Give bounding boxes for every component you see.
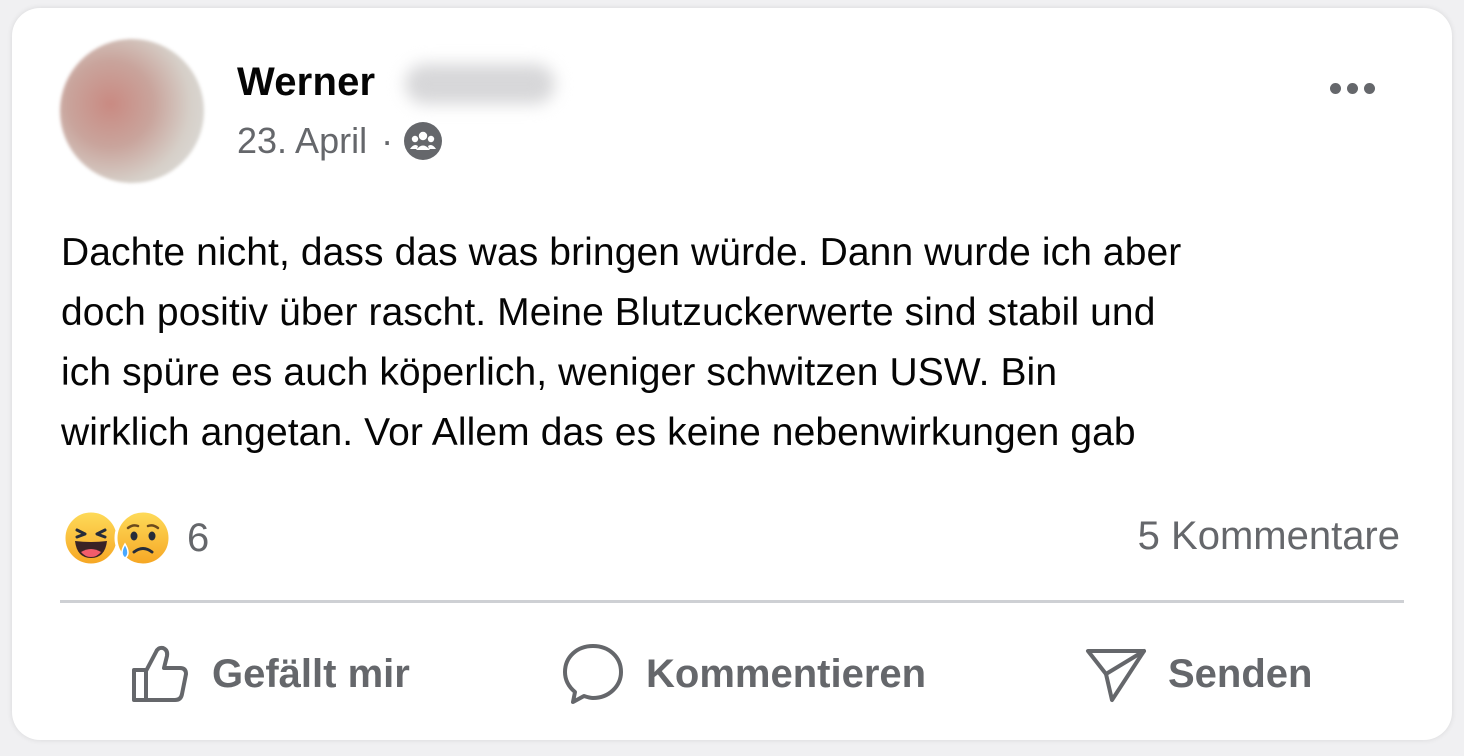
like-button[interactable]: Gefällt mir [130, 628, 410, 720]
blurred-surname [405, 64, 555, 104]
like-label: Gefällt mir [212, 651, 410, 696]
comment-bubble-icon [563, 644, 623, 704]
comments-count-link[interactable]: 5 Kommentare [1138, 514, 1400, 559]
divider [60, 600, 1404, 603]
haha-reaction-icon [62, 509, 120, 567]
meta-separator: · [381, 120, 394, 161]
more-horizontal-icon [1329, 82, 1341, 94]
sad-reaction-icon [114, 509, 172, 567]
action-bar: Gefällt mir Kommentieren Senden [12, 628, 1452, 720]
author-name[interactable]: Werner [237, 60, 375, 105]
comment-label: Kommentieren [646, 651, 927, 696]
reaction-count: 6 [187, 515, 210, 560]
send-button[interactable]: Senden [1084, 628, 1312, 720]
thumbs-up-icon [132, 645, 188, 702]
group-icon[interactable] [403, 121, 443, 161]
post-text: Dachte nicht, dass das was bringen würde… [61, 231, 1182, 454]
send-icon [1086, 649, 1146, 702]
author-avatar[interactable] [60, 39, 204, 183]
post-meta: 23. April · [237, 120, 443, 162]
more-options-button[interactable] [1317, 68, 1387, 108]
post-date[interactable]: 23. April [237, 120, 367, 162]
post-card: Werner 23. April · Dachte nicht, dass da… [12, 8, 1452, 740]
reactions-summary[interactable]: 6 [61, 509, 210, 567]
more-dot [1363, 82, 1375, 94]
more-dot [1346, 82, 1358, 94]
send-label: Senden [1168, 651, 1313, 696]
comment-button[interactable]: Kommentieren [560, 628, 926, 720]
